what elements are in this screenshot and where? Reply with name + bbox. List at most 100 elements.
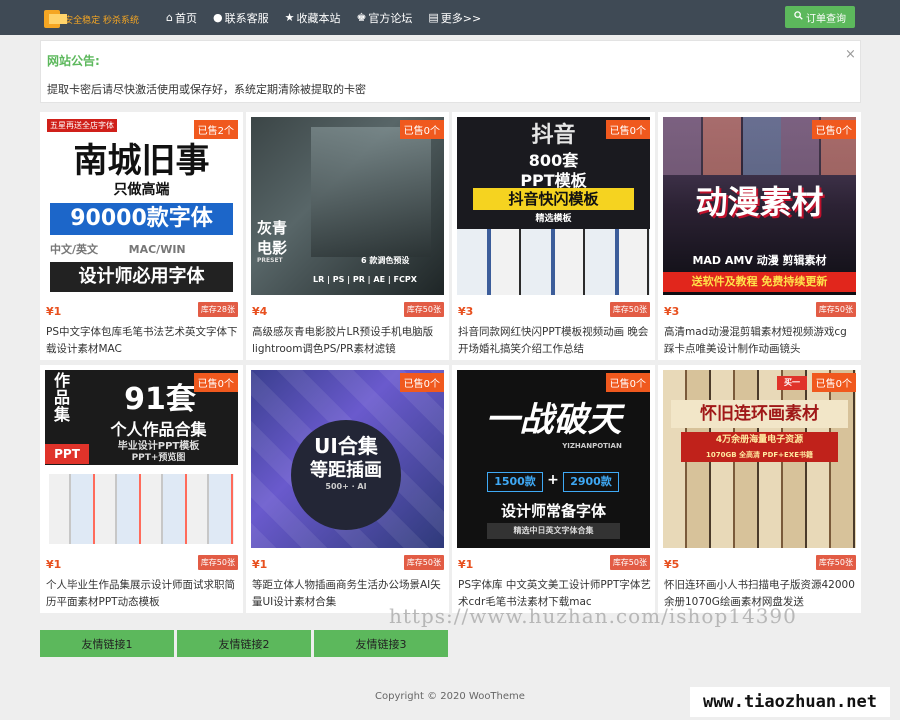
close-icon[interactable]: × xyxy=(845,47,856,62)
sold-badge: 已售0个 xyxy=(399,373,444,392)
art-banner: 抖音快闪模板 xyxy=(473,188,634,210)
product-thumbnail[interactable]: 作品集 91套 个人作品合集 毕业设计PPT模板 PPT+预览图 PPT 已售0… xyxy=(45,370,238,548)
art-subtitle: 设计师常备字体 xyxy=(500,502,606,520)
product-card[interactable]: 作品集 91套 个人作品合集 毕业设计PPT模板 PPT+预览图 PPT 已售0… xyxy=(40,365,243,613)
sold-badge: 已售0个 xyxy=(193,373,238,392)
product-card[interactable]: 动漫素材 MAD AMV 动漫 剪辑素材 送软件及教程 免费持续更新 已售0个 … xyxy=(658,112,861,360)
slide-previews xyxy=(49,474,234,544)
art-tools: LR | PS | PR | AE | FCPX xyxy=(313,275,417,284)
nav-item-label: 更多>> xyxy=(440,11,482,25)
stock-badge: 库存50张 xyxy=(403,302,444,317)
art-label: 电影 xyxy=(257,239,288,257)
order-query-button[interactable]: 订单查询 xyxy=(785,6,855,28)
nav-item-label: 联系客服 xyxy=(224,11,269,25)
announcement-title: 网站公告: xyxy=(47,54,100,68)
stock-badge: 库存50张 xyxy=(197,555,238,570)
stock-badge: 库存28张 xyxy=(197,302,238,317)
product-thumbnail[interactable]: 灰青 电影 PRESET 6 款调色预设 LR | PS | PR | AE |… xyxy=(251,117,444,295)
nav-item-forum[interactable]: ♚ 官方论坛 xyxy=(356,10,412,26)
product-thumbnail[interactable]: 抖音 800套 PPT模板 抖音快闪模板 精选模板 已售0个 xyxy=(457,117,650,295)
product-card[interactable]: 买一 怀旧连环画素材 4万余册海量电子资源 1070GB 全高清 PDF+EXE… xyxy=(658,365,861,613)
product-card[interactable]: 五星再送全店字体 南城旧事 只做高端 90000款字体 中文/英文 MAC/WI… xyxy=(40,112,243,360)
art-count: 500+ · AI xyxy=(325,482,367,491)
logo-icon xyxy=(44,10,68,28)
art-subtitle: 4万余册海量电子资源 xyxy=(681,432,838,448)
home-icon: ⌂ xyxy=(166,11,173,24)
product-title[interactable]: 高级感灰青电影胶片LR预设手机电脑版lightroom调色PS/PR素材滤镜 xyxy=(252,324,445,358)
art-headline: 一战破天 xyxy=(485,400,622,440)
site-logo[interactable]: 安全稳定 秒杀系统 xyxy=(44,8,139,30)
product-thumbnail[interactable]: 动漫素材 MAD AMV 动漫 剪辑素材 送软件及教程 免费持续更新 已售0个 xyxy=(663,117,856,295)
watermark-text: https://www.huzhan.com/ishop14390 xyxy=(389,604,797,628)
stock-badge: 库存50张 xyxy=(609,555,650,570)
art-subtitle2: 1070GB 全高清 PDF+EXE书籍 xyxy=(681,448,838,462)
product-title[interactable]: 个人毕业生作品集展示设计师面试求职简历平面素材PPT动态模板 xyxy=(46,577,239,611)
users-icon: ♚ xyxy=(356,11,367,24)
nav-item-label: 收藏本站 xyxy=(296,11,341,25)
search-icon xyxy=(794,11,803,23)
art-count-1: 1500款 xyxy=(487,472,543,492)
product-thumbnail[interactable]: 一战破天 YIZHANPOTIAN 1500款 + 2900款 设计师常备字体 … xyxy=(457,370,650,548)
product-card[interactable]: UI合集 等距插画 500+ · AI 已售0个 ¥1 库存50张 等距立体人物… xyxy=(246,365,449,613)
promo-tag: 五星再送全店字体 xyxy=(47,119,117,132)
nav-item-support[interactable]: ● 联系客服 xyxy=(213,10,269,26)
nav-item-bookmark[interactable]: ★ 收藏本站 xyxy=(285,10,341,26)
art-count-2: 2900款 xyxy=(563,472,619,492)
art-row: 中文/英文 MAC/WIN xyxy=(50,243,186,256)
promo-tag: 买一 xyxy=(777,376,807,390)
plus-icon: + xyxy=(547,472,559,488)
sold-badge: 已售0个 xyxy=(605,373,650,392)
art-headline: 南城旧事 xyxy=(73,141,210,181)
sold-badge: 已售0个 xyxy=(605,120,650,139)
art-headline: 怀旧连环画素材 xyxy=(671,400,848,428)
art-sub: 精选模板 xyxy=(535,214,572,224)
watermark-badge: www.tiaozhuan.net xyxy=(690,687,890,717)
art-bottom: 设计师必用字体 xyxy=(50,262,233,292)
product-title[interactable]: 抖音同款网红快闪PPT模板视频动画 晚会开场婚礼搞笑介绍工作总结 xyxy=(458,324,651,358)
user-icon: ● xyxy=(212,11,223,24)
product-thumbnail[interactable]: 五星再送全店字体 南城旧事 只做高端 90000款字体 中文/英文 MAC/WI… xyxy=(45,117,238,295)
product-title[interactable]: 高清mad动漫混剪辑素材短视频游戏cg踩卡点唯美设计制作动画镜头 xyxy=(664,324,857,358)
art-headline: UI合集 xyxy=(314,434,378,458)
stock-badge: 库存50张 xyxy=(403,555,444,570)
art-subtitle2: PPT+预览图 xyxy=(131,453,186,463)
announcement-text: 提取卡密后请尽快激活使用或保存好，系统定期清除被提取的卡密 xyxy=(47,83,366,96)
sold-badge: 已售2个 xyxy=(193,120,238,139)
nav-item-more[interactable]: ▤ 更多>> xyxy=(428,10,481,26)
product-price: ¥1 xyxy=(458,558,474,571)
product-title[interactable]: PS中文字体包库毛笔书法艺术英文字体下载设计素材MAC xyxy=(46,324,239,358)
photo-collage xyxy=(311,127,431,257)
art-side: 作品集 xyxy=(53,371,70,424)
slide-previews xyxy=(457,229,650,295)
friend-link-2[interactable]: 友情链接2 xyxy=(177,630,311,657)
friend-link-1[interactable]: 友情链接1 xyxy=(40,630,174,657)
product-price: ¥4 xyxy=(252,305,268,318)
product-card[interactable]: 一战破天 YIZHANPOTIAN 1500款 + 2900款 设计师常备字体 … xyxy=(452,365,655,613)
product-price: ¥1 xyxy=(252,558,268,571)
art-label: 灰青 xyxy=(257,219,288,237)
product-price: ¥3 xyxy=(664,305,680,318)
order-query-label: 订单查询 xyxy=(806,13,846,25)
art-subtitle: 只做高端 xyxy=(113,182,170,198)
sold-badge: 已售0个 xyxy=(399,120,444,139)
product-card[interactable]: 抖音 800套 PPT模板 抖音快闪模板 精选模板 已售0个 ¥3 库存50张 … xyxy=(452,112,655,360)
product-thumbnail[interactable]: 买一 怀旧连环画素材 4万余册海量电子资源 1070GB 全高清 PDF+EXE… xyxy=(663,370,856,548)
friend-link-3[interactable]: 友情链接3 xyxy=(314,630,448,657)
nav-item-home[interactable]: ⌂ 首页 xyxy=(166,10,197,26)
art-count: 6 款调色预设 xyxy=(361,256,410,265)
nav-menu: ⌂ 首页 ● 联系客服 ★ 收藏本站 ♚ 官方论坛 ▤ 更多>> xyxy=(166,0,497,35)
product-price: ¥5 xyxy=(664,558,680,571)
stock-badge: 库存50张 xyxy=(815,555,856,570)
logo-text: 安全稳定 秒杀系统 xyxy=(64,15,139,26)
product-price: ¥3 xyxy=(458,305,474,318)
stock-badge: 库存50张 xyxy=(609,302,650,317)
product-thumbnail[interactable]: UI合集 等距插画 500+ · AI 已售0个 xyxy=(251,370,444,548)
sold-badge: 已售0个 xyxy=(811,373,856,392)
top-navbar: 安全稳定 秒杀系统 ⌂ 首页 ● 联系客服 ★ 收藏本站 ♚ 官方论坛 ▤ 更多… xyxy=(0,0,900,35)
nav-item-label: 首页 xyxy=(174,11,197,25)
art-preset: PRESET xyxy=(257,257,283,264)
list-icon: ▤ xyxy=(428,11,439,24)
ppt-tag: PPT xyxy=(45,444,89,464)
art-subtitle: MAD AMV 动漫 剪辑素材 xyxy=(692,254,827,267)
product-card[interactable]: 灰青 电影 PRESET 6 款调色预设 LR | PS | PR | AE |… xyxy=(246,112,449,360)
